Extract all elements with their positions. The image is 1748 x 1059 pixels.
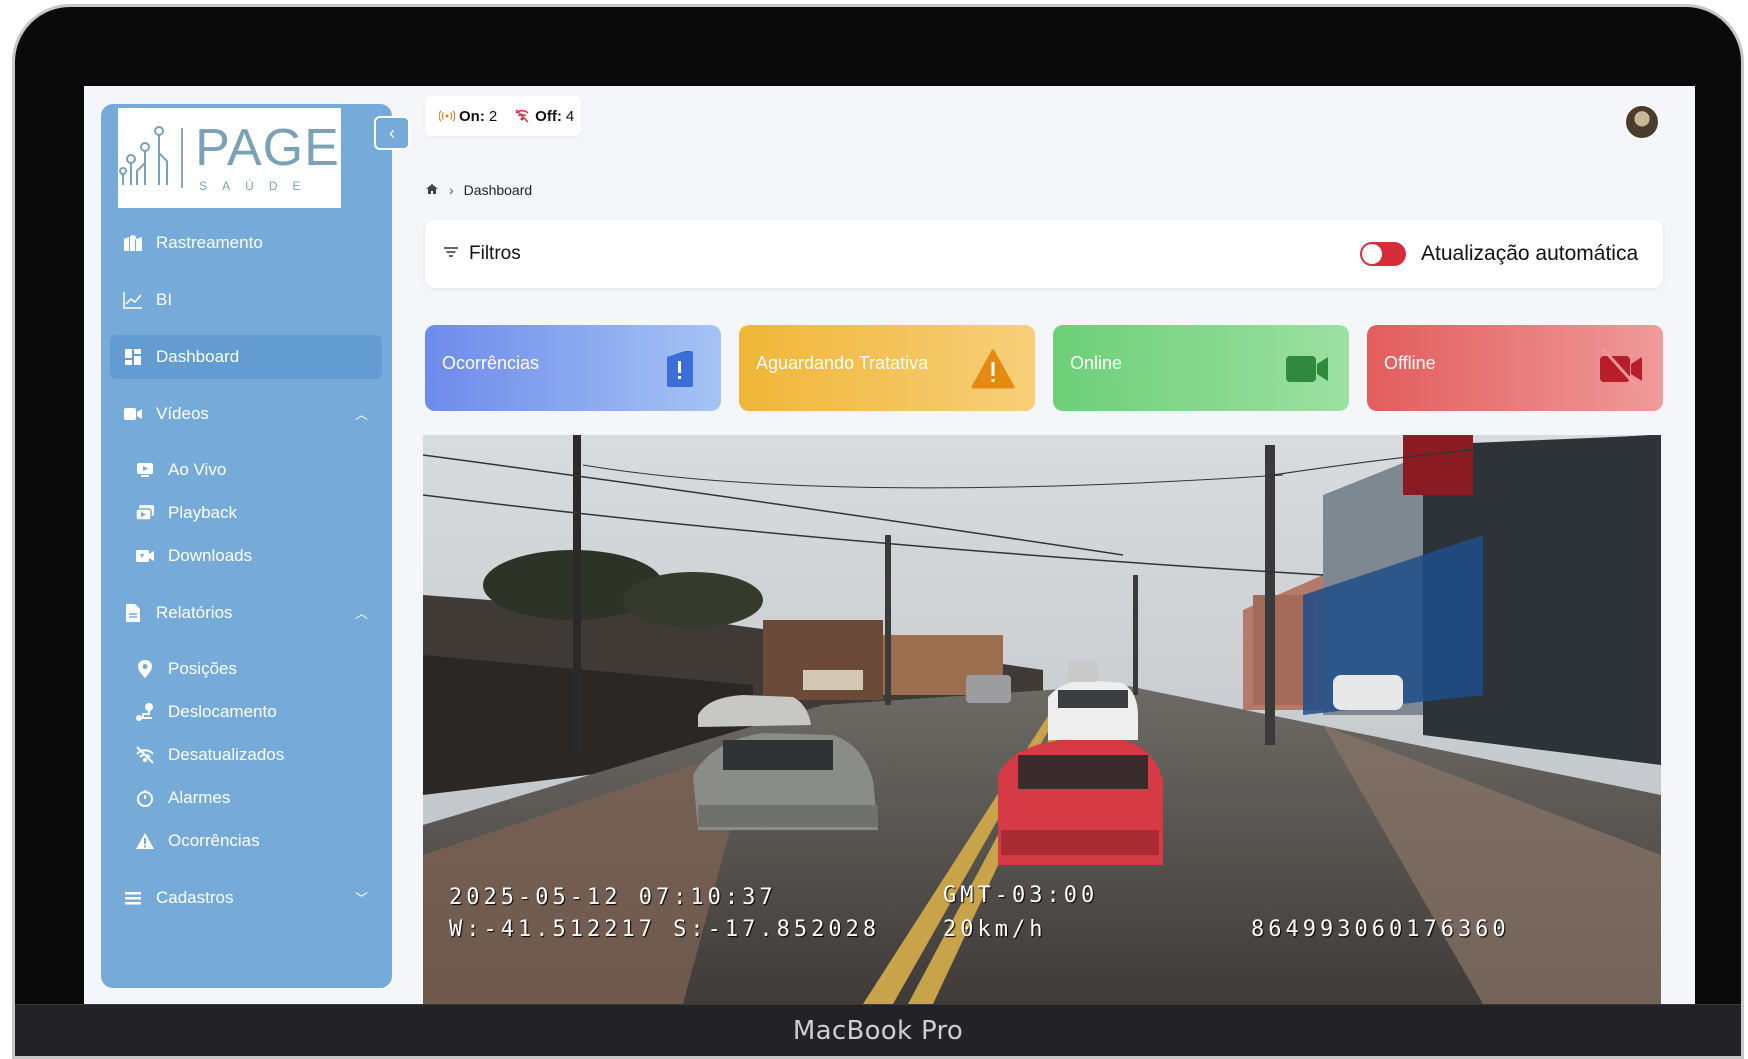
- car-silver: [693, 733, 878, 830]
- filter-icon: [443, 245, 459, 263]
- filters-label: Filtros: [469, 243, 521, 264]
- video-icon: [122, 403, 144, 425]
- list-icon: [122, 887, 144, 909]
- device-label: MacBook Pro: [792, 1016, 964, 1046]
- filters-toggle[interactable]: Filtros: [443, 243, 521, 265]
- sidebar-item-label: Alarmes: [168, 788, 231, 807]
- chevron-down-icon: ﹀: [354, 891, 368, 906]
- car-white: [1048, 680, 1138, 740]
- laptop-frame: PAGE SAÚDE Rastreamento BI Dashboard Víd…: [12, 4, 1744, 1059]
- sidebar-item-label: Desatualizados: [168, 745, 285, 764]
- sidebar-item-relatorios[interactable]: Relatórios ︿: [110, 591, 382, 635]
- breadcrumb: › Dashboard: [425, 182, 532, 198]
- warning-icon: [134, 830, 156, 852]
- sidebar-item-posicoes[interactable]: Posições: [110, 647, 382, 691]
- live-icon: [134, 459, 156, 481]
- home-icon[interactable]: [425, 182, 439, 198]
- sidebar-item-downloads[interactable]: Downloads: [110, 534, 382, 578]
- car-red: [998, 740, 1163, 865]
- logo: PAGE SAÚDE: [118, 108, 341, 208]
- sidebar-item-label: Cadastros: [156, 888, 234, 907]
- video-datetime: 2025-05-12 07:10:37: [449, 885, 777, 910]
- chevron-left-icon: ‹: [389, 122, 395, 143]
- location-icon: [134, 658, 156, 680]
- card-online[interactable]: Online: [1053, 325, 1349, 411]
- sidebar-item-label: Downloads: [168, 546, 253, 565]
- status-off-label: Off:: [535, 107, 562, 125]
- warning-triangle-icon: [971, 349, 1015, 389]
- connection-status: On: 2 Off: 4: [425, 96, 581, 136]
- signal-off-icon: [134, 744, 156, 766]
- video-speed: 20km/h: [943, 917, 1047, 942]
- file-icon: [122, 602, 144, 624]
- sidebar-item-label: Relatórios: [156, 603, 233, 622]
- chevron-up-icon: ︿: [354, 407, 368, 422]
- sidebar-collapse-button[interactable]: ‹: [374, 116, 410, 150]
- sidebar-item-label: Vídeos: [156, 404, 209, 423]
- sidebar-item-label: Deslocamento: [168, 702, 277, 721]
- sidebar-item-label: Ocorrências: [168, 831, 260, 850]
- sidebar-item-videos[interactable]: Vídeos ︿: [110, 392, 382, 436]
- sidebar-item-dashboard[interactable]: Dashboard: [110, 335, 382, 379]
- dashboard-icon: [122, 346, 144, 368]
- map-pin-icon: [122, 232, 144, 254]
- signal-off-icon: [515, 109, 529, 123]
- sidebar-item-ocorrencias[interactable]: Ocorrências: [110, 819, 382, 863]
- route-icon: [134, 701, 156, 723]
- sidebar-item-ao-vivo[interactable]: Ao Vivo: [110, 448, 382, 492]
- auto-update-toggle[interactable]: [1360, 242, 1406, 266]
- user-avatar[interactable]: [1624, 104, 1660, 140]
- sidebar-item-desatualizados[interactable]: Desatualizados: [110, 733, 382, 777]
- status-on-label: On:: [459, 107, 485, 125]
- video-player[interactable]: 2025-05-12 07:10:37 GMT-03:00 W:-41.5122…: [423, 435, 1661, 1004]
- camera-off-icon: [1600, 347, 1642, 391]
- chart-line-icon: [122, 289, 144, 311]
- card-label: Aguardando Tratativa: [756, 353, 929, 373]
- sidebar: PAGE SAÚDE Rastreamento BI Dashboard Víd…: [101, 104, 392, 988]
- logo-icon: [119, 126, 169, 185]
- video-coordinates: W:-41.512217 S:-17.852028: [449, 917, 881, 942]
- sidebar-item-alarmes[interactable]: Alarmes: [110, 776, 382, 820]
- logo-text: PAGE: [195, 119, 340, 177]
- auto-update-label: Atualização automática: [1421, 242, 1639, 265]
- video-timezone: GMT-03:00: [943, 883, 1099, 908]
- sidebar-item-bi[interactable]: BI: [110, 278, 382, 322]
- card-aguardando-tratativa[interactable]: Aguardando Tratativa: [739, 325, 1035, 411]
- download-icon: [134, 545, 156, 567]
- alert-icon: [667, 351, 693, 387]
- car-parked-right: [1333, 675, 1403, 710]
- sidebar-item-label: Dashboard: [156, 347, 240, 366]
- alarm-icon: [134, 787, 156, 809]
- status-off-count: 4: [565, 107, 575, 125]
- card-label: Online: [1070, 353, 1123, 373]
- sidebar-item-label: Rastreamento: [156, 233, 263, 252]
- sidebar-item-rastreamento[interactable]: Rastreamento: [110, 221, 382, 265]
- card-offline[interactable]: Offline: [1367, 325, 1663, 411]
- signal-on-icon: [439, 110, 455, 122]
- card-label: Offline: [1384, 353, 1436, 373]
- card-label: Ocorrências: [442, 353, 540, 373]
- breadcrumb-current: Dashboard: [463, 182, 533, 198]
- sidebar-item-playback[interactable]: Playback: [110, 491, 382, 535]
- laptop-chin: MacBook Pro: [15, 1004, 1741, 1056]
- sidebar-item-cadastros[interactable]: Cadastros ﹀: [110, 876, 382, 920]
- app-screen: PAGE SAÚDE Rastreamento BI Dashboard Víd…: [84, 86, 1695, 1004]
- sidebar-item-label: Posições: [168, 659, 237, 678]
- video-device-id: 864993060176360: [1251, 917, 1510, 942]
- filters-bar: Filtros Atualização automática: [425, 220, 1663, 288]
- sidebar-item-deslocamento[interactable]: Deslocamento: [110, 690, 382, 734]
- card-ocorrencias[interactable]: Ocorrências: [425, 325, 721, 411]
- sidebar-item-label: BI: [156, 290, 173, 309]
- logo-divider: [181, 128, 184, 188]
- status-on-count: 2: [488, 107, 498, 125]
- logo-subtext: SAÚDE: [199, 179, 316, 193]
- playback-icon: [134, 502, 156, 524]
- sidebar-item-label: Ao Vivo: [168, 460, 227, 479]
- chevron-right-icon: ›: [449, 182, 454, 198]
- sidebar-item-label: Playback: [168, 503, 237, 522]
- chevron-up-icon: ︿: [354, 606, 368, 621]
- camera-icon: [1286, 356, 1328, 382]
